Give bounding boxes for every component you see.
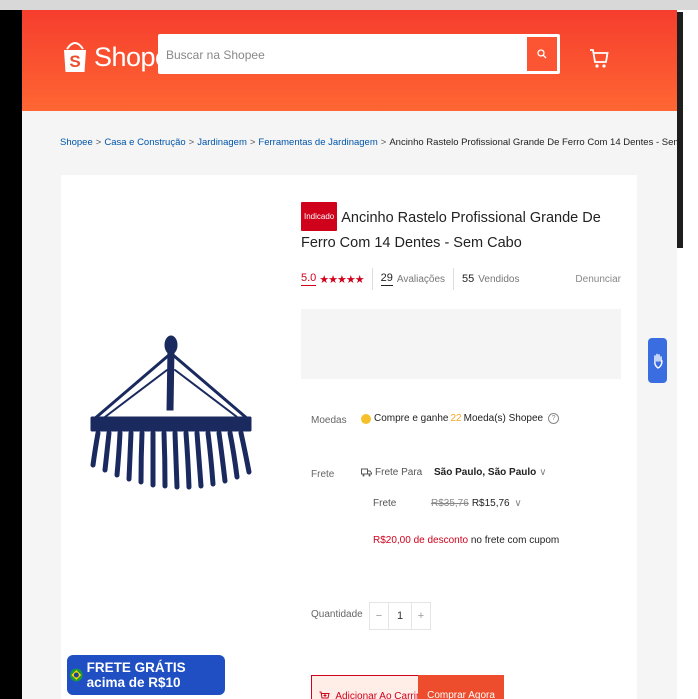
ship-to: Frete Para [361,467,422,478]
shipping-discount: R$20,00 de desconto no frete com cupom [373,535,559,546]
search-bar [158,34,560,74]
reviews-label: Avaliações [396,273,446,285]
accessibility-float-button[interactable] [648,338,667,383]
breadcrumb-item-shopee[interactable]: Shopee [60,137,93,148]
indicado-badge: Indicado [301,202,338,231]
quantity-label: Quantidade [311,609,363,620]
shipping-price-dropdown[interactable]: R$35,76 R$15,76 ∨ [431,498,522,509]
coins-label: Moedas [311,415,347,426]
divider [453,268,455,290]
quantity-stepper: − 1 + [369,602,431,630]
breadcrumb-item-jardinagem[interactable]: Jardinagem [197,137,247,148]
ship-destination-dropdown[interactable]: São Paulo, São Paulo ∨ [434,467,547,478]
shipping-new-price: R$15,76 [471,498,510,509]
shipping-sub-label: Frete [373,498,397,509]
breadcrumb-separator: > [249,137,256,148]
breadcrumb-separator: > [380,137,387,148]
quantity-increase-button[interactable]: + [412,603,430,629]
chevron-down-icon: ∨ [514,498,522,509]
product-image[interactable] [71,315,281,515]
free-shipping-banner: FRETE GRÁTIS acima de R$10 [67,655,225,695]
rating-stars-icon: ★★★★★ [319,273,364,286]
breadcrumb-item-ferramentas[interactable]: Ferramentas de Jardinagem [258,137,377,148]
breadcrumb-separator: > [188,137,195,148]
quantity-decrease-button[interactable]: − [370,603,388,629]
report-link[interactable]: Denunciar [575,274,621,285]
viewport-frame: S Shopee Shopee>Casa e C [0,10,698,699]
product-stats: 5.0 ★★★★★ 29 Avaliações 55 Vendidos Denu… [301,268,621,290]
divider [371,268,373,290]
shipping-old-price: R$35,76 [431,498,469,509]
product-card: FRETE GRÁTIS acima de R$10 Indicado Ancin… [61,175,637,699]
breadcrumb: Shopee > Casa e Construção > Jardinagem > Ferr… [60,137,677,148]
help-icon[interactable]: ? [548,413,560,424]
search-input[interactable] [164,40,528,70]
chevron-down-icon: ∨ [539,467,547,478]
svg-text:S: S [69,52,80,71]
quantity-input[interactable]: 1 [388,603,412,629]
coins-amount: 22 [450,413,462,424]
ship-to-label: Frete Para [375,467,423,478]
product-title: Indicado Ancinho Rastelo Profissional Gra… [301,202,621,256]
buy-now-label: Comprar Agora [427,689,495,699]
free-shipping-text: FRETE GRÁTIS acima de R$10 [86,660,186,690]
discount-amount: R$20,00 de desconto [373,535,469,546]
ship-destination: São Paulo, São Paulo [434,467,537,478]
search-icon [537,49,547,59]
accessibility-hand-icon [653,353,663,369]
truck-icon [361,468,372,477]
coins-text-suffix: Moeda(s) Shopee [463,413,544,424]
coins-text-prefix: Compre e ganhe [374,413,449,424]
breadcrumb-separator: > [95,137,102,148]
browser-top-bar [0,0,698,10]
brazil-flag-icon [70,668,83,682]
left-border [0,10,22,699]
shipping-label: Frete [311,469,335,480]
add-cart-icon [319,691,330,699]
product-title-text: Ancinho Rastelo Profissional Grande De F… [301,210,601,251]
breadcrumb-item-casa[interactable]: Casa e Construção [104,137,185,148]
scrollbar[interactable] [677,10,698,699]
sold-label: Vendidos [478,273,520,285]
breadcrumb-current: Ancinho Rastelo Profissional Grande De F… [389,137,677,148]
shopee-product-page: S Shopee Shopee>Casa e C [22,10,677,699]
coin-icon [361,413,371,424]
buy-now-button[interactable]: Comprar Agora [418,675,504,699]
coins-info: Compre e ganhe 22 Moeda(s) Shopee ? [361,413,560,424]
cart-icon[interactable] [589,47,609,69]
shopee-bag-icon: S [64,42,86,72]
discount-text: no frete com cupom [470,535,560,546]
scrollbar-thumb[interactable] [677,12,683,248]
search-button[interactable] [527,37,557,71]
rating-value[interactable]: 5.0 [301,272,317,286]
price-box [301,309,621,379]
site-header: S Shopee [22,10,677,111]
sold-count: 55 [462,272,475,285]
reviews-count[interactable]: 29 [380,272,393,286]
